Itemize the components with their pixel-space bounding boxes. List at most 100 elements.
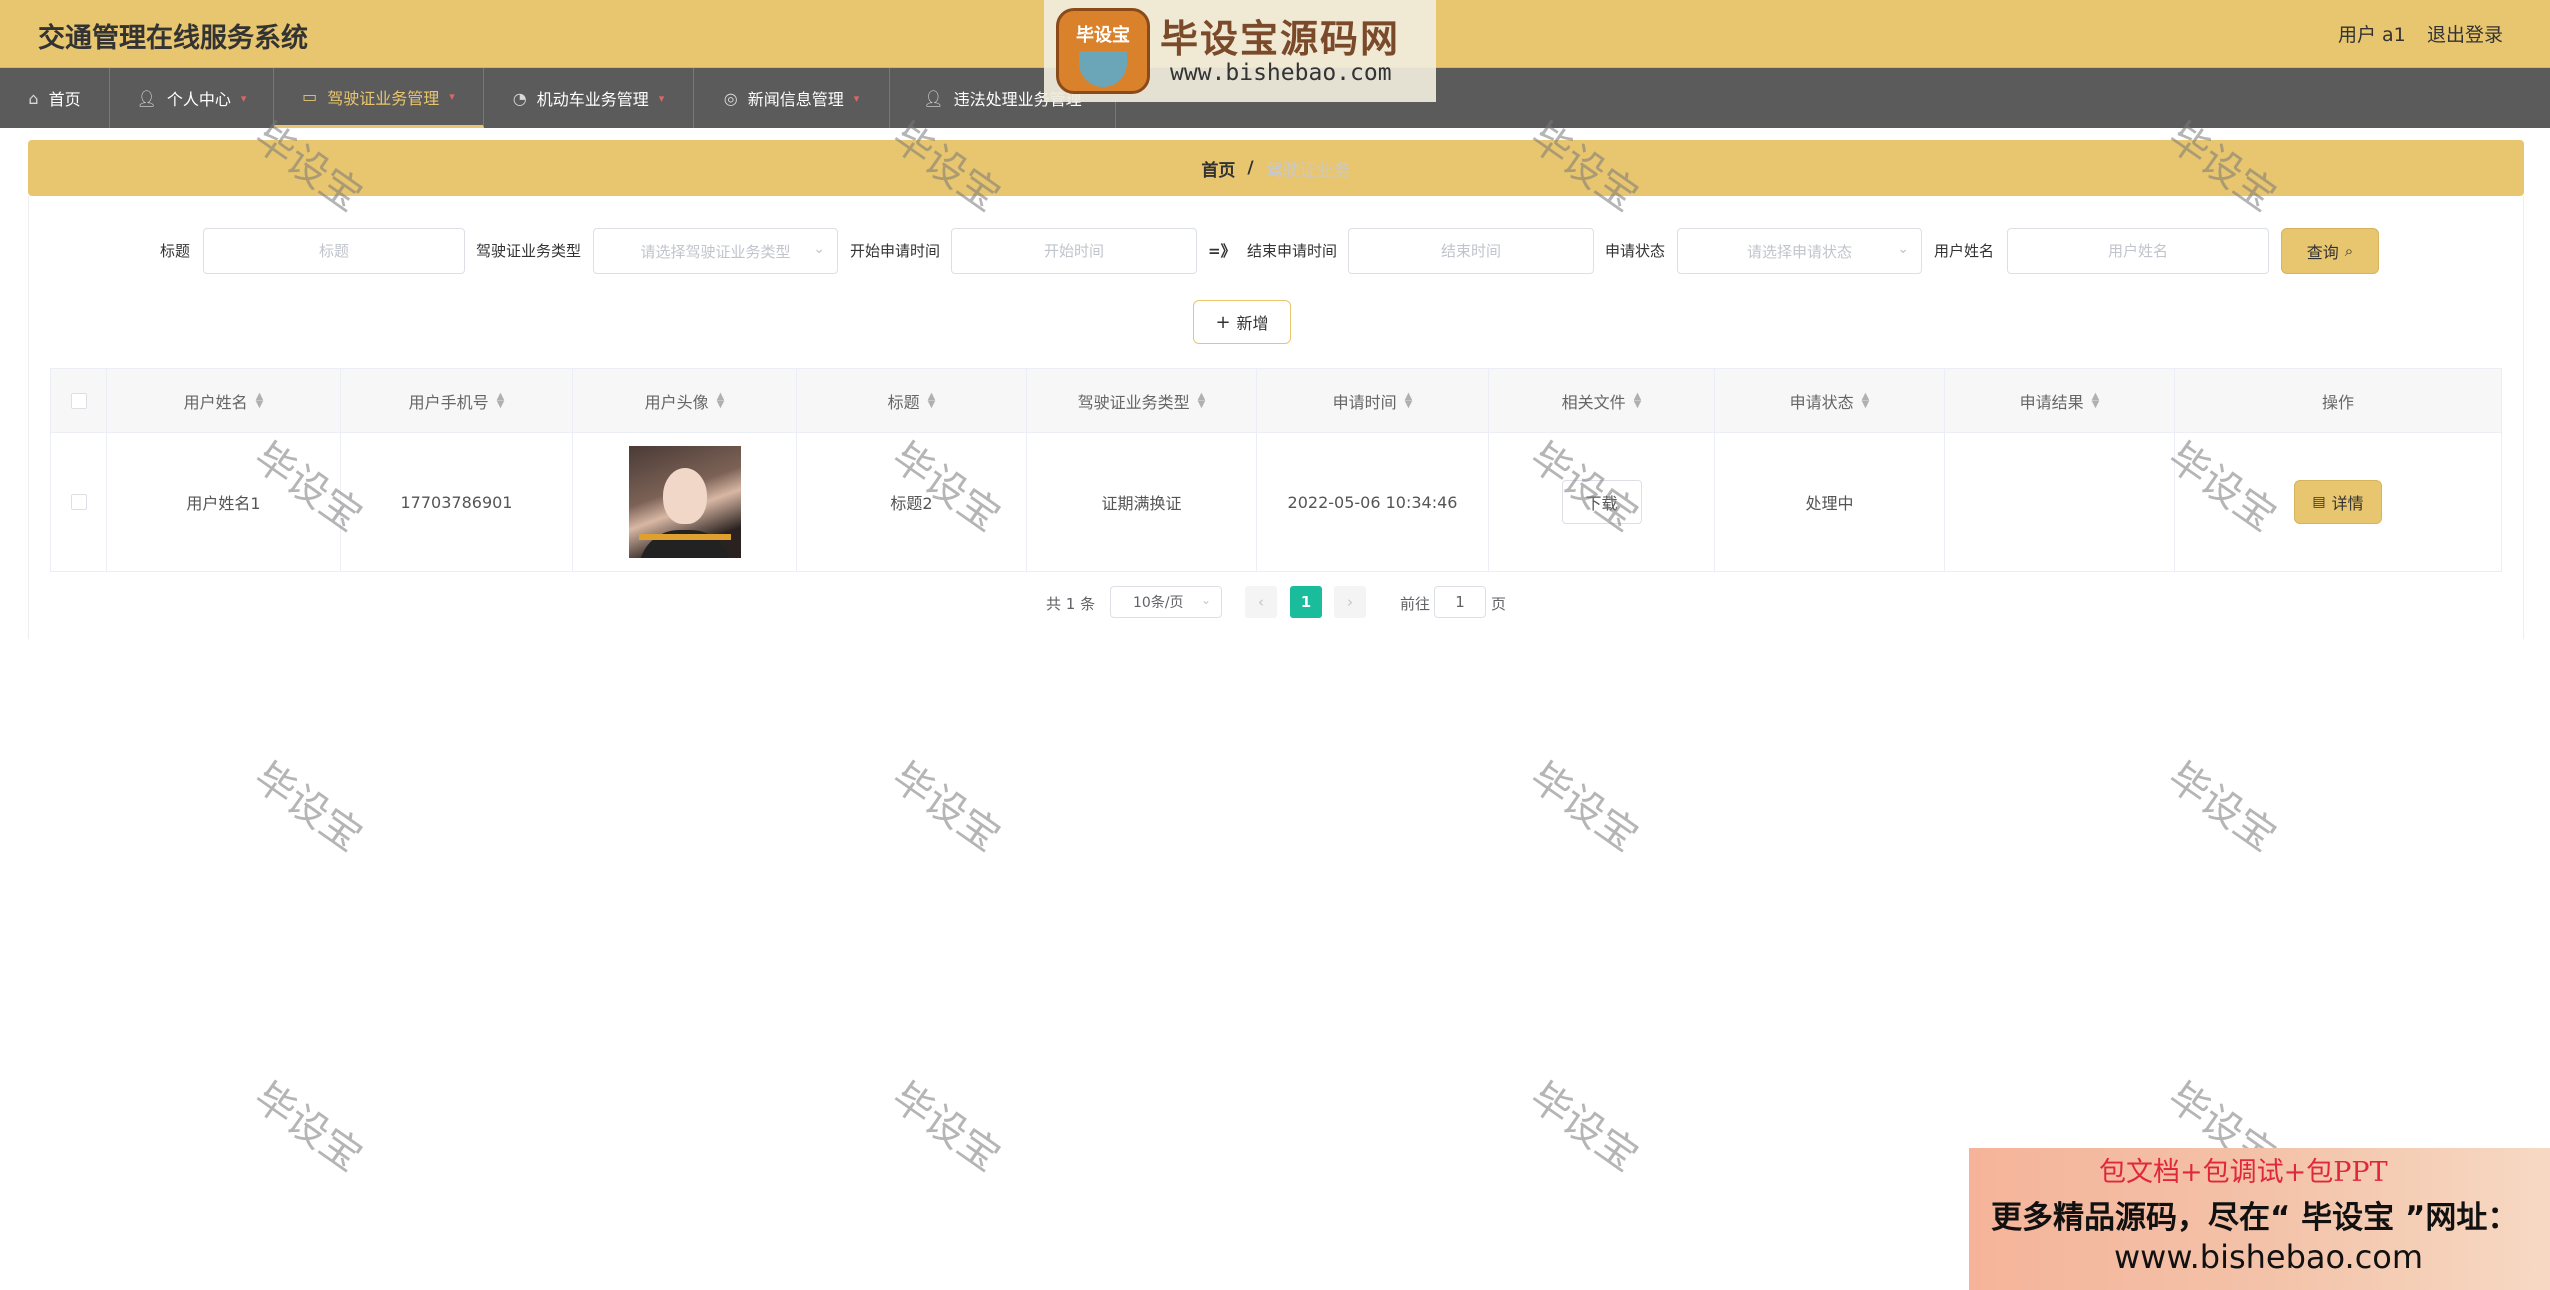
- column-header-phone[interactable]: 用户手机号 ▲ ▼: [341, 369, 573, 432]
- nav-item-license-management[interactable]: ▭ 驾驶证业务管理 ▾: [274, 68, 484, 128]
- table-header: 用户姓名 ▲ ▼ 用户手机号 ▲ ▼ 用户头像 ▲ ▼ 标题 ▲ ▼ 驾驶证业务类型 ▲…: [51, 369, 2501, 433]
- download-button[interactable]: 下载: [1561, 480, 1642, 524]
- title-input[interactable]: [203, 228, 465, 274]
- select-all-cell: [51, 369, 107, 432]
- column-header-label: 申请时间: [1332, 392, 1397, 412]
- sort-icon[interactable]: ▲ ▼: [1634, 391, 1642, 409]
- watermark-logo: 毕设宝 毕设宝源码网 www.bishebao.com: [1044, 0, 1436, 102]
- app-title: 交通管理在线服务系统: [38, 23, 308, 54]
- start-time-input[interactable]: [951, 228, 1197, 274]
- license-type-label: 驾驶证业务类型: [476, 242, 582, 260]
- query-button[interactable]: 查询 ⌕: [2281, 228, 2379, 274]
- user-label: 用户 a1: [2338, 24, 2406, 46]
- cell-avatar: [573, 433, 797, 571]
- pagination-total: 共 1 条: [1046, 595, 1096, 613]
- sort-icon[interactable]: ▲ ▼: [256, 391, 264, 409]
- promo-line-1: 包文档+包调试+包PPT: [2099, 1157, 2388, 1188]
- user-icon: 👤︎: [136, 88, 157, 108]
- end-time-input[interactable]: [1348, 228, 1594, 274]
- watermark-url: www.bishebao.com: [1170, 60, 1392, 86]
- search-icon: ⌕: [2344, 242, 2354, 260]
- logout-link[interactable]: 退出登录: [2427, 20, 2503, 47]
- chat-icon: ▭: [302, 87, 318, 106]
- nav-item-personal-center[interactable]: 👤︎ 个人中心 ▾: [110, 68, 274, 128]
- document-icon: ▤: [2312, 494, 2326, 510]
- page-size-select[interactable]: 10条/页 ⌄: [1110, 586, 1222, 618]
- nav-item-home[interactable]: ⌂ 首页: [0, 68, 110, 128]
- column-header-label: 用户头像: [644, 392, 709, 412]
- column-header-license-type[interactable]: 驾驶证业务类型 ▲ ▼: [1027, 369, 1257, 432]
- chevron-down-icon: ⌄: [1200, 593, 1211, 607]
- column-header-label: 操作: [2321, 392, 2354, 412]
- column-header-label: 标题: [887, 392, 920, 412]
- cell-files: 下载: [1489, 433, 1715, 571]
- watermark-title: 毕设宝源码网: [1160, 17, 1401, 61]
- chevron-down-icon: ▾: [853, 91, 860, 105]
- column-header-label: 申请结果: [2019, 392, 2084, 412]
- chevron-down-icon: ⌄: [1897, 241, 1909, 257]
- column-header-title[interactable]: 标题 ▲ ▼: [797, 369, 1027, 432]
- column-header-apply-time[interactable]: 申请时间 ▲ ▼: [1257, 369, 1489, 432]
- column-header-label: 申请状态: [1789, 392, 1854, 412]
- cell-username: 用户姓名1: [107, 433, 341, 571]
- username-input[interactable]: [2007, 228, 2269, 274]
- sort-icon[interactable]: ▲ ▼: [2092, 391, 2100, 409]
- cell-phone: 17703786901: [341, 433, 573, 571]
- column-header-result[interactable]: 申请结果 ▲ ▼: [1945, 369, 2175, 432]
- goto-page-input[interactable]: [1434, 586, 1486, 618]
- home-icon: ⌂: [28, 88, 39, 108]
- column-header-avatar[interactable]: 用户头像 ▲ ▼: [573, 369, 797, 432]
- start-time-label: 开始申请时间: [850, 242, 941, 260]
- column-header-files[interactable]: 相关文件 ▲ ▼: [1489, 369, 1715, 432]
- column-header-status[interactable]: 申请状态 ▲ ▼: [1715, 369, 1945, 432]
- sort-icon[interactable]: ▲ ▼: [928, 391, 936, 409]
- chevron-down-icon: ▾: [449, 90, 455, 103]
- page-number-1[interactable]: 1: [1290, 586, 1322, 618]
- table-row: 用户姓名1 17703786901 标题2 证期满换证 2022-05-06 1…: [51, 433, 2501, 571]
- avatar: [628, 446, 741, 558]
- sort-icon[interactable]: ▲ ▼: [717, 391, 725, 409]
- cell-status: 处理中: [1715, 433, 1945, 571]
- detail-button[interactable]: ▤ 详情: [2294, 480, 2382, 524]
- promo-line-3: www.bishebao.com: [2114, 1238, 2424, 1276]
- row-checkbox[interactable]: [70, 494, 87, 510]
- chevron-down-icon: ⌄: [813, 241, 825, 257]
- page-size-value: 10条/页: [1133, 595, 1184, 611]
- row-select-cell: [51, 433, 107, 571]
- sort-icon[interactable]: ▲ ▼: [1862, 391, 1870, 409]
- sort-icon[interactable]: ▲ ▼: [1405, 391, 1413, 409]
- sort-icon[interactable]: ▲ ▼: [1198, 391, 1206, 409]
- prev-page-button[interactable]: ‹: [1245, 586, 1277, 618]
- end-time-label: 结束申请时间: [1247, 242, 1338, 260]
- column-header-username[interactable]: 用户姓名 ▲ ▼: [107, 369, 341, 432]
- nav-item-label: 机动车业务管理: [536, 90, 649, 109]
- detail-button-label: 详情: [2331, 494, 2364, 513]
- status-select[interactable]: 请选择申请状态 ⌄: [1677, 228, 1922, 274]
- cell-license-type: 证期满换证: [1027, 433, 1257, 571]
- license-type-select[interactable]: 请选择驾驶证业务类型 ⌄: [593, 228, 838, 274]
- watermark-text: 毕设宝: [245, 1074, 371, 1181]
- watermark-text: 毕设宝: [245, 754, 371, 861]
- nav-item-vehicle-management[interactable]: ◔ 机动车业务管理 ▾: [484, 68, 694, 128]
- watermark-text: 毕设宝: [883, 754, 1009, 861]
- column-header-label: 用户手机号: [408, 392, 489, 412]
- select-all-checkbox[interactable]: [70, 392, 87, 409]
- username-label: 用户姓名: [1934, 242, 1995, 260]
- nav-item-label: 个人中心: [166, 90, 231, 109]
- column-header-label: 相关文件: [1561, 392, 1626, 412]
- next-page-button[interactable]: ›: [1334, 586, 1366, 618]
- breadcrumb-current: 驾驶证业务: [1265, 160, 1351, 181]
- nav-item-label: 驾驶证业务管理: [327, 88, 440, 108]
- watermark-badge-text: 毕设宝: [1076, 25, 1130, 46]
- goto-label: 前往: [1400, 595, 1431, 613]
- data-table: 用户姓名 ▲ ▼ 用户手机号 ▲ ▼ 用户头像 ▲ ▼ 标题 ▲ ▼ 驾驶证业务类型 ▲…: [50, 368, 2502, 572]
- nav-item-news-management[interactable]: ◎ 新闻信息管理 ▾: [694, 68, 890, 128]
- cell-actions: ▤ 详情: [2175, 433, 2501, 571]
- breadcrumb-home[interactable]: 首页: [1201, 156, 1235, 181]
- sort-icon[interactable]: ▲ ▼: [497, 391, 505, 409]
- cell-apply-time: 2022-05-06 10:34:46: [1257, 433, 1489, 571]
- watermark-text: 毕设宝: [1521, 754, 1647, 861]
- promo-banner: 包文档+包调试+包PPT 更多精品源码，尽在“ 毕设宝 ”网址： www.bis…: [1969, 1148, 2550, 1290]
- status-label: 申请状态: [1605, 242, 1666, 260]
- add-button[interactable]: + 新增: [1193, 300, 1291, 344]
